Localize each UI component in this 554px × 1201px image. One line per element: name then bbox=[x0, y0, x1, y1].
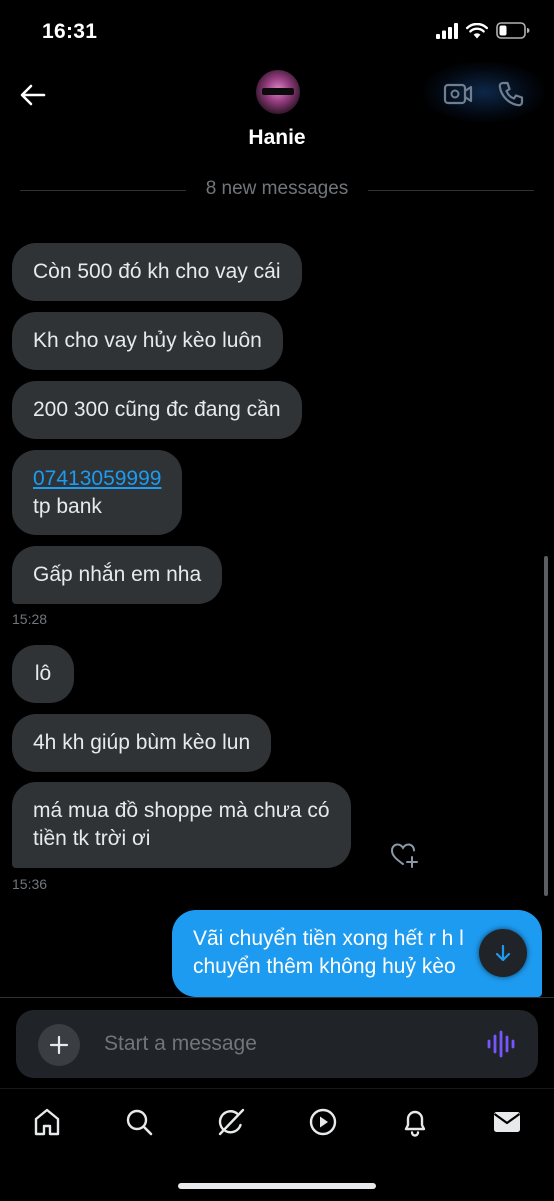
message-bubble[interactable]: Kh cho vay hủy kèo luôn bbox=[12, 312, 283, 370]
message-timestamp: 15:36 bbox=[12, 876, 48, 892]
react-button[interactable] bbox=[390, 842, 420, 868]
message-text: Gấp nhắn em nha bbox=[33, 563, 202, 586]
composer-divider bbox=[0, 997, 554, 998]
message-bubble[interactable]: Gấp nhắn em nha bbox=[12, 546, 223, 604]
play-icon bbox=[309, 1108, 337, 1136]
arrow-down-icon bbox=[495, 944, 511, 962]
message-text: chuyển thêm không huỷ kèo bbox=[193, 955, 456, 978]
account-number-link[interactable]: 07413059999 bbox=[33, 467, 161, 490]
message-text: Vãi chuyển tiền xong hết r h l bbox=[193, 927, 464, 950]
back-button[interactable] bbox=[18, 80, 48, 110]
video-call-button[interactable] bbox=[440, 76, 476, 112]
add-media-button[interactable] bbox=[38, 1024, 80, 1066]
contact-name[interactable]: Hanie bbox=[0, 126, 554, 150]
video-call-icon bbox=[443, 83, 473, 105]
new-messages-label: 8 new messages bbox=[205, 178, 349, 199]
conversation-header: Hanie bbox=[0, 62, 554, 162]
tab-notifications[interactable] bbox=[400, 1107, 430, 1137]
message-text: lô bbox=[34, 662, 52, 685]
message-text: 4h kh giúp bùm kèo lun bbox=[33, 731, 251, 754]
message-composer[interactable]: Start a message bbox=[16, 1010, 538, 1078]
scrollbar[interactable] bbox=[544, 556, 548, 896]
tab-search[interactable] bbox=[124, 1107, 154, 1137]
voice-call-button[interactable] bbox=[493, 76, 529, 112]
status-icons bbox=[436, 22, 530, 39]
message-timestamp: 15:28 bbox=[12, 611, 48, 627]
message-bubble[interactable]: má mua đồ shoppe mà chưa có tiền tk trời… bbox=[12, 782, 351, 868]
message-text: má mua đồ shoppe mà chưa có bbox=[33, 799, 330, 822]
tab-video[interactable] bbox=[308, 1107, 338, 1137]
status-bar: 16:31 bbox=[0, 0, 554, 62]
search-icon bbox=[126, 1109, 153, 1136]
message-text: tiền tk trời ơi bbox=[33, 827, 151, 850]
message-bubble[interactable]: 200 300 cũng đc đang cần bbox=[12, 381, 302, 439]
grok-icon bbox=[218, 1108, 245, 1136]
signal-icon bbox=[436, 22, 458, 39]
message-text: Còn 500 đó kh cho vay cái bbox=[33, 260, 281, 283]
tab-home[interactable] bbox=[32, 1107, 62, 1137]
scroll-to-bottom-button[interactable] bbox=[479, 929, 527, 977]
bell-icon bbox=[404, 1110, 426, 1137]
tab-messages[interactable] bbox=[492, 1107, 522, 1137]
new-messages-divider: 8 new messages bbox=[20, 178, 534, 202]
plus-icon bbox=[49, 1035, 69, 1055]
back-arrow-icon bbox=[20, 84, 46, 106]
battery-icon bbox=[496, 22, 530, 39]
heart-plus-icon bbox=[390, 843, 418, 868]
home-indicator bbox=[178, 1183, 376, 1189]
message-text: 200 300 cũng đc đang cần bbox=[33, 398, 281, 421]
message-bubble[interactable]: 07413059999 tp bank bbox=[12, 450, 183, 535]
wifi-icon bbox=[466, 22, 488, 38]
message-input[interactable]: Start a message bbox=[104, 1032, 257, 1056]
message-text: Kh cho vay hủy kèo luôn bbox=[33, 329, 262, 352]
message-text: tp bank bbox=[33, 495, 102, 518]
voice-message-button[interactable] bbox=[486, 1030, 516, 1058]
message-bubble[interactable]: Còn 500 đó kh cho vay cái bbox=[12, 243, 302, 301]
phone-icon bbox=[498, 81, 524, 107]
divider-line-right bbox=[368, 190, 534, 191]
avatar[interactable] bbox=[256, 70, 300, 114]
message-bubble[interactable]: 4h kh giúp bùm kèo lun bbox=[12, 714, 272, 772]
voice-wave-icon bbox=[487, 1030, 515, 1058]
tab-grok[interactable] bbox=[216, 1107, 246, 1137]
message-bubble[interactable]: lô bbox=[12, 645, 74, 703]
status-time: 16:31 bbox=[42, 20, 98, 43]
avatar-image bbox=[262, 88, 294, 95]
mail-icon bbox=[493, 1112, 521, 1132]
home-icon bbox=[34, 1108, 60, 1136]
